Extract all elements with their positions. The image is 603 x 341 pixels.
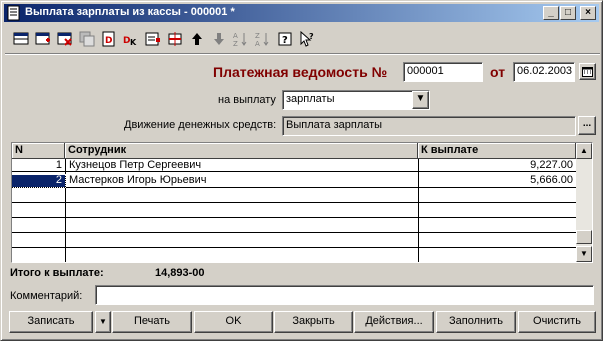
row-divider — [12, 202, 576, 203]
total-value: 14,893-00 — [155, 267, 205, 279]
payout-value: зарплаты — [286, 93, 335, 105]
copy-row-icon[interactable] — [77, 29, 97, 49]
column-header-amount[interactable]: К выплате — [418, 143, 576, 159]
move-up-icon[interactable] — [187, 29, 207, 49]
payroll-table[interactable]: N Сотрудник К выплате 1 Кузнецов Петр Се… — [11, 142, 593, 263]
svg-text:D: D — [105, 36, 112, 46]
fill-button[interactable]: Заполнить — [436, 311, 516, 333]
scrollbar-thumb[interactable] — [576, 230, 592, 244]
print-button[interactable]: Печать — [112, 311, 192, 333]
column-header-employee[interactable]: Сотрудник — [65, 143, 418, 159]
cashflow-field[interactable]: Выплата зарплаты — [282, 116, 576, 136]
svg-text:A: A — [255, 40, 260, 47]
clear-button[interactable]: Очистить — [518, 311, 596, 333]
save-menu-button[interactable]: ▼ — [95, 311, 111, 333]
svg-text:A: A — [233, 32, 238, 40]
date-from-label: от — [490, 64, 506, 80]
scroll-down-button[interactable]: ▼ — [576, 246, 592, 262]
add-row-icon[interactable] — [33, 29, 53, 49]
svg-text:?: ? — [309, 32, 314, 41]
row-divider — [12, 217, 576, 218]
comment-field[interactable] — [95, 285, 594, 305]
cashflow-select-button[interactable]: ... — [578, 116, 596, 135]
actions-button[interactable]: Действия... — [354, 311, 434, 333]
delete-row-icon[interactable] — [55, 29, 75, 49]
filter-icon[interactable] — [165, 29, 185, 49]
row-divider — [12, 187, 576, 188]
scroll-up-button[interactable]: ▲ — [576, 143, 592, 159]
document-date-field[interactable]: 06.02.2003 — [513, 62, 575, 82]
svg-text:?: ? — [282, 35, 288, 46]
svg-text:Z: Z — [233, 40, 238, 47]
comment-label: Комментарий: — [10, 290, 83, 302]
chevron-down-icon: ▼ — [415, 93, 426, 104]
row-divider — [12, 232, 576, 233]
sort-desc-icon[interactable]: ZA — [253, 29, 273, 49]
row-divider — [12, 247, 576, 248]
toolbar-separator — [5, 53, 600, 55]
minimize-button[interactable]: _ — [543, 6, 559, 20]
document-window: Выплата зарплаты из кассы - 000001 * _ □… — [0, 0, 603, 341]
arrow-up-icon: ▲ — [580, 146, 588, 155]
d-icon[interactable]: D — [99, 29, 119, 49]
new-row-icon[interactable] — [11, 29, 31, 49]
row-divider — [12, 171, 576, 172]
window-title: Выплата зарплаты из кассы - 000001 * — [25, 6, 235, 18]
what-is-this-icon[interactable]: ? — [297, 29, 317, 49]
employee-name: Мастерков Игорь Юрьевич — [69, 174, 207, 186]
payout-dropdown-button[interactable]: ▼ — [412, 91, 429, 109]
document-heading: Платежная ведомость № — [213, 64, 388, 80]
dk-icon[interactable]: DK — [121, 29, 141, 49]
svg-text:Z: Z — [255, 32, 260, 40]
calendar-icon — [582, 67, 593, 77]
ok-button[interactable]: OK — [194, 311, 273, 333]
calendar-button[interactable] — [579, 63, 596, 80]
payout-select[interactable]: зарплаты — [282, 90, 430, 110]
sort-asc-icon[interactable]: AZ — [231, 29, 251, 49]
payout-label: на выплату — [218, 94, 276, 106]
title-bar[interactable]: Выплата зарплаты из кассы - 000001 * _ □… — [4, 4, 599, 22]
row-number: 2 — [12, 174, 66, 188]
close-form-button[interactable]: Закрыть — [274, 311, 353, 333]
help-icon[interactable]: ? — [275, 29, 295, 49]
arrow-down-icon: ▼ — [580, 249, 588, 258]
maximize-button[interactable]: □ — [560, 6, 576, 20]
svg-text:K: K — [130, 38, 137, 47]
row-number: 1 — [55, 159, 62, 171]
cashflow-label: Движение денежных средств: — [124, 119, 277, 131]
column-header-n[interactable]: N — [12, 143, 65, 159]
row-divider — [12, 262, 576, 263]
document-icon — [7, 5, 20, 21]
close-button[interactable]: × — [580, 6, 596, 20]
edit-icon[interactable] — [143, 29, 163, 49]
payout-amount: 9,227.00 — [530, 159, 573, 171]
table-scrollbar[interactable]: ▲ ▼ — [576, 143, 592, 262]
toolbar: D DK AZ ZA ? ? — [7, 27, 597, 51]
employee-name: Кузнецов Петр Сергеевич — [69, 159, 202, 171]
document-number-field[interactable]: 000001 — [403, 62, 483, 82]
move-down-icon[interactable] — [209, 29, 229, 49]
payout-amount: 5,666.00 — [530, 174, 573, 186]
save-button[interactable]: Записать — [9, 311, 93, 333]
total-label: Итого к выплате: — [10, 267, 104, 279]
